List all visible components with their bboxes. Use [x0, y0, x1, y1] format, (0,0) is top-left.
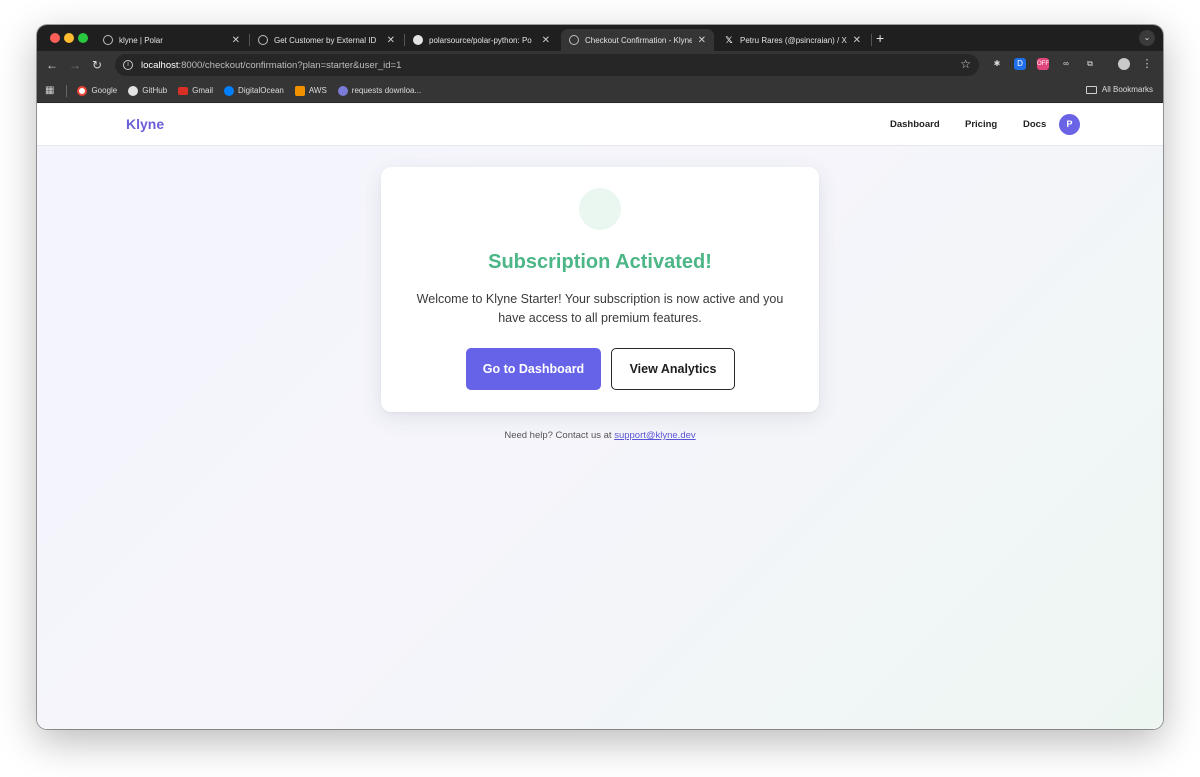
- bookmark-github[interactable]: GitHub: [128, 85, 167, 96]
- globe-icon: [258, 35, 268, 45]
- close-tab-icon[interactable]: ✕: [232, 35, 240, 46]
- bookmark-requests[interactable]: requests downloa...: [337, 85, 421, 96]
- gmail-icon: [178, 86, 189, 95]
- browser-toolbar: ← → ↻ i localhost:8000/checkout/confirma…: [37, 51, 1163, 79]
- confirmation-message: Welcome to Klyne Starter! Your subscript…: [416, 292, 784, 325]
- x-icon: 𝕏: [725, 35, 733, 45]
- tab-title: klyne | Polar: [119, 35, 163, 45]
- minimize-window-button[interactable]: [64, 33, 74, 43]
- tab-search-chevron-icon[interactable]: ⌄: [1139, 30, 1155, 46]
- confirmation-card: Subscription Activated! Welcome to Klyne…: [381, 167, 819, 412]
- user-avatar[interactable]: P: [1059, 114, 1080, 135]
- profile-avatar-icon[interactable]: [1118, 58, 1130, 70]
- bookmarks-bar: ▦ Google GitHub Gmail DigitalOcean AWS r…: [37, 79, 1163, 103]
- google-icon: [77, 85, 88, 96]
- close-tab-icon[interactable]: ✕: [698, 35, 706, 46]
- bookmark-star-icon[interactable]: ☆: [960, 57, 971, 71]
- nav-pricing-link[interactable]: Pricing: [965, 119, 997, 130]
- view-analytics-button[interactable]: View Analytics: [611, 348, 735, 390]
- tab-title: Petru Rares (@psincraian) / X: [740, 35, 847, 45]
- help-text: Need help? Contact us at support@klyne.d…: [37, 430, 1163, 441]
- back-arrow-icon[interactable]: ←: [46, 57, 58, 73]
- new-tab-button[interactable]: +: [876, 29, 884, 47]
- github-icon: [413, 35, 423, 45]
- close-tab-icon[interactable]: ✕: [387, 35, 395, 46]
- address-bar[interactable]: i localhost:8000/checkout/confirmation?p…: [115, 54, 979, 76]
- help-label: Need help? Contact us at: [504, 430, 615, 441]
- site-header: Klyne Dashboard Pricing Docs P: [37, 104, 1163, 146]
- globe-icon: [103, 35, 113, 45]
- tab-klyne-polar[interactable]: klyne | Polar ✕: [95, 29, 248, 51]
- tab-title: Get Customer by External ID: [274, 35, 377, 45]
- nav-docs-link[interactable]: Docs: [1023, 119, 1046, 130]
- bookmark-aws[interactable]: AWS: [294, 85, 327, 96]
- extension-gear-icon[interactable]: ✱: [991, 58, 1003, 70]
- page-content: Klyne Dashboard Pricing Docs P Subscript…: [37, 104, 1163, 729]
- url-text: localhost:8000/checkout/confirmation?pla…: [141, 59, 402, 71]
- close-tab-icon[interactable]: ✕: [853, 35, 861, 46]
- close-tab-icon[interactable]: ✕: [542, 35, 550, 46]
- maximize-window-button[interactable]: [78, 33, 88, 43]
- tab-strip: klyne | Polar ✕ Get Customer by External…: [37, 25, 1163, 51]
- globe-icon: [569, 35, 579, 45]
- site-info-icon[interactable]: i: [123, 60, 133, 70]
- tab-title: Checkout Confirmation - Klyne: [585, 35, 692, 45]
- browser-window: klyne | Polar ✕ Get Customer by External…: [37, 25, 1163, 729]
- folder-icon: [1085, 85, 1097, 94]
- all-bookmarks-button[interactable]: All Bookmarks: [1085, 85, 1153, 94]
- extension-glasses-icon[interactable]: ∞: [1060, 58, 1072, 70]
- confirmation-title: Subscription Activated!: [488, 251, 712, 273]
- klyne-logo[interactable]: Klyne: [126, 116, 164, 132]
- go-to-dashboard-button[interactable]: Go to Dashboard: [466, 348, 601, 390]
- tab-get-customer[interactable]: Get Customer by External ID ✕: [250, 29, 403, 51]
- tab-checkout-confirmation[interactable]: Checkout Confirmation - Klyne ✕: [561, 29, 714, 51]
- forward-arrow-icon[interactable]: →: [69, 57, 81, 73]
- close-window-button[interactable]: [50, 33, 60, 43]
- bookmark-google[interactable]: Google: [77, 85, 117, 96]
- bookmark-digitalocean[interactable]: DigitalOcean: [224, 85, 284, 96]
- extension-d-icon[interactable]: D: [1014, 58, 1026, 70]
- requests-icon: [337, 85, 348, 96]
- extension-off-icon[interactable]: OFF: [1037, 58, 1049, 70]
- bookmark-gmail[interactable]: Gmail: [178, 86, 213, 95]
- extensions-puzzle-icon[interactable]: ⧉: [1084, 58, 1096, 70]
- nav-dashboard-link[interactable]: Dashboard: [890, 119, 940, 130]
- success-check-icon: [579, 188, 621, 230]
- github-icon: [128, 85, 139, 96]
- digitalocean-icon: [224, 85, 235, 96]
- tab-polar-python[interactable]: polarsource/polar-python: Po ✕: [405, 29, 558, 51]
- tab-title: polarsource/polar-python: Po: [429, 35, 532, 45]
- aws-icon: [294, 85, 305, 96]
- support-email-link[interactable]: support@klyne.dev: [614, 430, 695, 441]
- browser-menu-icon[interactable]: ⋮: [1141, 58, 1153, 70]
- tab-x-profile[interactable]: 𝕏 Petru Rares (@psincraian) / X ✕: [716, 29, 869, 51]
- reload-icon[interactable]: ↻: [92, 57, 102, 73]
- apps-grid-icon[interactable]: ▦: [45, 85, 54, 96]
